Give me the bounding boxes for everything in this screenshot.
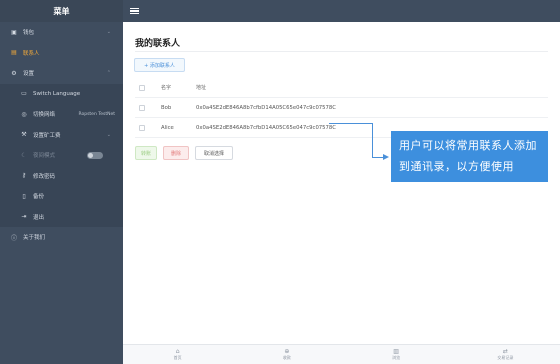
sidebar-item-backup[interactable]: ▯ 备份 (0, 186, 123, 207)
row-checkbox[interactable] (139, 104, 145, 111)
history-icon: ⇄ (502, 348, 508, 355)
table-header: 名字 地址 (135, 78, 548, 98)
main-content: 我的联系人 + 添加联系人 名字 地址 Bob 0x0a4SE2dE846A8b… (123, 22, 560, 344)
tab-home[interactable]: ⌂ 首页 (123, 345, 232, 364)
contacts-icon: ▤ (11, 49, 17, 57)
arrow-right-icon (383, 154, 389, 160)
current-network-label: Ropsten TestNet (78, 111, 115, 117)
mining-icon: ⚒ (21, 131, 27, 139)
sidebar-item-about[interactable]: ⓘ 关于我们 (0, 227, 123, 248)
sidebar-item-switch-network[interactable]: ◎ 切换网络 Ropsten TestNet (0, 104, 123, 125)
wallet-icon: ▣ (11, 28, 17, 36)
sidebar-item-switch-language[interactable]: ▭ Switch Language (0, 83, 123, 104)
tab-receive[interactable]: ⊕ 收款 (232, 345, 341, 364)
cancel-selection-button[interactable]: 取消选择 (195, 146, 233, 160)
sidebar-item-night-mode[interactable]: ☾ 夜间模式 (0, 145, 123, 166)
add-contact-button[interactable]: + 添加联系人 (134, 58, 185, 72)
callout-note: 用户可以将常用联系人添加到通讯录，以方便使用 (391, 131, 548, 182)
divider (135, 51, 548, 52)
table-actions: 转账 删除 取消选择 (135, 146, 233, 160)
sidebar-item-label: 设置 (23, 71, 35, 78)
sidebar-menu: ▣ 钱包 ⌄ ▤ 联系人 ⚙ 设置 ⌃ ▭ Switch Language ◎ … (0, 22, 123, 248)
sidebar-item-label: 备份 (33, 194, 45, 201)
topbar (123, 0, 560, 22)
page-title: 我的联系人 (135, 39, 181, 49)
tab-label: 交易记录 (497, 355, 514, 360)
sidebar-item-label: 联系人 (23, 50, 40, 57)
backup-icon: ▯ (22, 192, 26, 200)
bottom-nav: ⌂ 首页 ⊕ 收款 ▥ 浏览 ⇄ 交易记录 (123, 344, 560, 364)
tab-history[interactable]: ⇄ 交易记录 (451, 345, 560, 364)
sidebar-item-label: 钱包 (23, 30, 35, 37)
language-icon: ▭ (21, 90, 27, 98)
callout-connector (329, 123, 373, 124)
sidebar-item-label: Switch Language (33, 90, 81, 97)
sidebar-item-label: 退出 (33, 214, 45, 221)
transfer-button[interactable]: 转账 (135, 146, 157, 160)
column-header-name: 名字 (161, 85, 172, 91)
sidebar-item-label: 夜间模式 (33, 153, 56, 160)
info-icon: ⓘ (10, 234, 17, 242)
sidebar-item-miner-fee[interactable]: ⚒ 设置矿工费 ⌄ (0, 124, 123, 145)
night-mode-toggle[interactable] (87, 151, 103, 159)
tab-label: 首页 (173, 355, 182, 360)
key-icon: ⚷ (21, 172, 27, 180)
sidebar-item-logout[interactable]: ⇥ 退出 (0, 206, 123, 227)
browser-icon: ▥ (393, 348, 399, 355)
logout-icon: ⇥ (21, 213, 27, 221)
sidebar-item-wallet[interactable]: ▣ 钱包 ⌄ (0, 22, 123, 43)
tab-label: 收款 (282, 355, 291, 360)
sidebar-item-change-password[interactable]: ⚷ 修改密码 (0, 165, 123, 186)
settings-icon: ⚙ (11, 69, 17, 77)
sidebar-title: 菜单 (0, 0, 123, 22)
chevron-down-icon: ⌄ (106, 131, 111, 138)
sidebar-item-settings[interactable]: ⚙ 设置 ⌃ (0, 63, 123, 84)
table-row[interactable]: Bob 0x0a4SE2dE846A8b7cfbD14A05C65e047c9c… (135, 98, 548, 118)
moon-icon: ☾ (21, 151, 27, 159)
sidebar-item-label: 切换网络 (33, 112, 56, 119)
sidebar-item-label: 关于我们 (23, 235, 46, 242)
chevron-down-icon: ⌄ (106, 29, 111, 36)
select-all-checkbox[interactable] (139, 84, 145, 91)
network-icon: ◎ (21, 110, 27, 118)
contact-address: 0x0a4SE2dE846A8b7cfbD14A05C65e047c9c0757… (196, 104, 336, 111)
sidebar-item-contacts[interactable]: ▤ 联系人 (0, 43, 123, 64)
delete-button[interactable]: 删除 (163, 146, 189, 160)
contact-name: Alice (161, 124, 174, 131)
contacts-table: 名字 地址 Bob 0x0a4SE2dE846A8b7cfbD14A05C65e… (135, 78, 548, 138)
tab-label: 浏览 (392, 355, 401, 360)
receive-icon: ⊕ (284, 348, 290, 355)
sidebar-item-label: 修改密码 (33, 173, 56, 180)
sidebar-item-label: 设置矿工费 (33, 132, 61, 139)
row-checkbox[interactable] (139, 124, 145, 131)
chevron-up-icon: ⌃ (106, 70, 111, 77)
sidebar: 菜单 ▣ 钱包 ⌄ ▤ 联系人 ⚙ 设置 ⌃ ▭ Switch Language… (0, 0, 123, 364)
contact-name: Bob (161, 104, 172, 111)
callout-connector (372, 123, 373, 157)
tab-browse[interactable]: ▥ 浏览 (342, 345, 451, 364)
column-header-address: 地址 (196, 85, 207, 91)
home-icon: ⌂ (175, 348, 180, 355)
menu-icon[interactable] (130, 7, 139, 15)
